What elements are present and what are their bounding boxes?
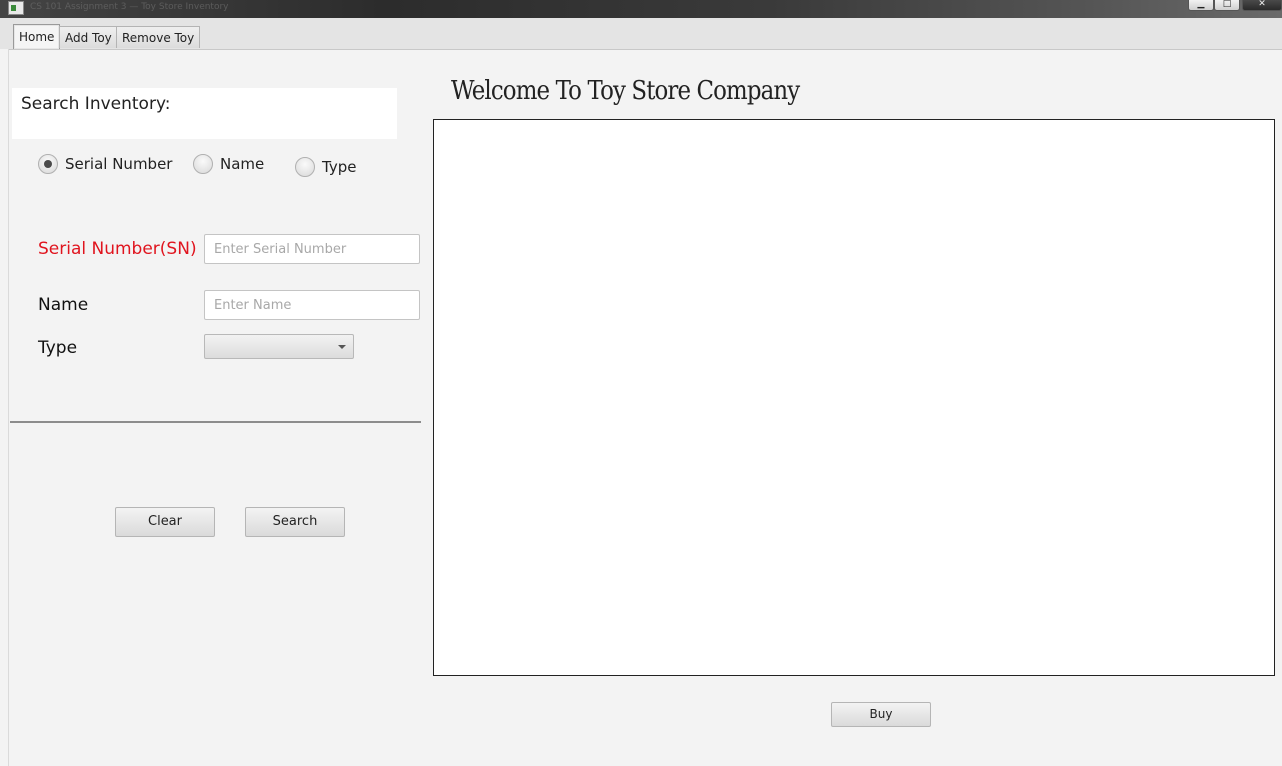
tab-remove-toy[interactable]: Remove Toy — [116, 26, 201, 48]
radio-checked-icon — [38, 154, 58, 174]
radio-name-label: Name — [220, 155, 265, 173]
radio-type[interactable]: Type — [295, 156, 356, 178]
app-window: CS 101 Assignment 3 — Toy Store Inventor… — [0, 0, 1282, 766]
minimize-button[interactable]: ▁ — [1188, 0, 1214, 11]
buy-button[interactable]: Buy — [831, 702, 931, 727]
serial-number-input[interactable] — [204, 234, 420, 264]
radio-unchecked-icon — [193, 154, 213, 174]
window-title: CS 101 Assignment 3 — Toy Store Inventor… — [30, 2, 229, 12]
left-border — [0, 49, 9, 766]
tab-strip: Home Add Toy Remove Toy — [0, 18, 1282, 50]
tab-add-toy[interactable]: Add Toy — [59, 26, 118, 48]
radio-serial-number-label: Serial Number — [65, 155, 173, 173]
radio-type-label: Type — [322, 158, 357, 176]
results-area[interactable] — [433, 119, 1275, 676]
type-dropdown[interactable] — [204, 334, 354, 359]
type-label: Type — [38, 338, 78, 358]
radio-name[interactable]: Name — [193, 153, 264, 175]
tab-home[interactable]: Home — [13, 24, 61, 49]
app-icon — [8, 1, 24, 15]
maximize-button[interactable]: □ — [1214, 0, 1240, 11]
name-input[interactable] — [204, 290, 420, 320]
chevron-down-icon — [338, 345, 346, 349]
welcome-heading: Welcome To Toy Store Company — [451, 76, 800, 106]
search-inventory-heading: Search Inventory: — [12, 88, 397, 139]
clear-button[interactable]: Clear — [115, 507, 215, 537]
radio-serial-number[interactable]: Serial Number — [38, 153, 172, 175]
close-button[interactable]: ✕ — [1242, 0, 1282, 11]
separator — [10, 421, 421, 423]
radio-unchecked-icon — [295, 157, 315, 177]
search-button[interactable]: Search — [245, 507, 345, 537]
serial-number-label: Serial Number(SN) — [38, 239, 197, 259]
title-bar[interactable]: CS 101 Assignment 3 — Toy Store Inventor… — [0, 0, 1282, 18]
name-label: Name — [38, 295, 89, 315]
